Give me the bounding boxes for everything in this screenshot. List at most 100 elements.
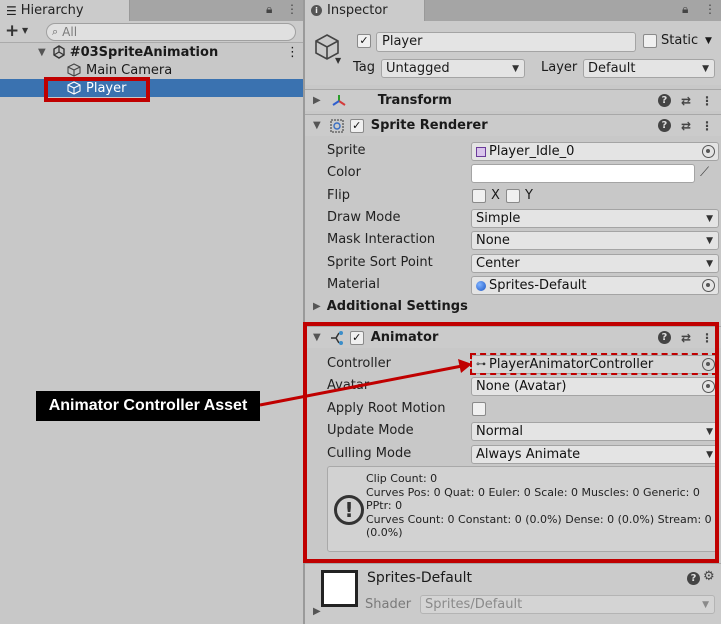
object-picker-icon[interactable] [702, 145, 715, 158]
preset-icon[interactable]: ⇄ [681, 94, 691, 108]
list-icon: ☰ [6, 3, 17, 18]
sprite-label: Sprite [327, 143, 366, 158]
component-header-icons: ? ⇄ ⋮ [657, 94, 713, 108]
layer-dropdown[interactable]: Default ▼ [583, 59, 715, 78]
info-icon: i [311, 5, 322, 16]
preset-icon[interactable]: ⇄ [681, 119, 691, 133]
hierarchy-tabbar: ☰ Hierarchy 🔒︎ ⋮ [0, 0, 303, 21]
layer-label: Layer [541, 60, 578, 75]
object-name: Main Camera [86, 62, 173, 78]
object-header: ▼ ✓ Player Static ▼ Tag Untagged ▼ Layer… [305, 21, 721, 85]
foldout-arrow-icon[interactable]: ▶ [313, 95, 321, 106]
chevron-down-icon: ▼ [702, 64, 709, 74]
tab-hierarchy[interactable]: ☰ Hierarchy [0, 0, 130, 21]
inspector-tabbar: i Inspector 🔒︎ ⋮ [305, 0, 721, 21]
material-label: Material [327, 277, 380, 292]
material-preview-thumbnail [321, 570, 358, 607]
gear-icon[interactable]: ⚙ [703, 569, 715, 584]
search-placeholder: All [62, 25, 78, 39]
layer-value: Default [588, 61, 636, 76]
sprite-value: Player_Idle_0 [489, 144, 575, 159]
add-dropdown-icon[interactable]: ▼ [22, 26, 28, 35]
tab-inspector[interactable]: i Inspector [305, 0, 425, 21]
tag-dropdown[interactable]: Untagged ▼ [381, 59, 525, 78]
scene-menu-icon[interactable]: ⋮ [286, 45, 299, 60]
material-value: Sprites-Default [489, 278, 587, 293]
object-picker-icon[interactable] [702, 279, 715, 292]
more-menu-icon[interactable]: ⋮ [704, 2, 716, 16]
material-field[interactable]: Sprites-Default [471, 276, 719, 295]
flip-y-checkbox[interactable] [506, 189, 520, 203]
chevron-down-icon: ▼ [512, 64, 519, 74]
mask-interaction-label: Mask Interaction [327, 232, 436, 247]
scene-row[interactable]: ▼ #03SpriteAnimation ⋮ [0, 43, 303, 61]
tab-inspector-label: Inspector [327, 3, 388, 18]
sprite-field[interactable]: Player_Idle_0 [471, 142, 719, 161]
unity-scene-icon [53, 45, 65, 59]
static-checkbox[interactable] [643, 34, 657, 48]
controller-highlight-box [470, 353, 718, 375]
flip-x-label: X [491, 188, 500, 203]
shader-dropdown[interactable]: Sprites/Default ▼ [420, 595, 715, 614]
shader-value: Sprites/Default [425, 597, 523, 612]
icon-dropdown-icon[interactable]: ▼ [335, 56, 341, 65]
object-name-field[interactable]: Player [376, 32, 636, 52]
mask-interaction-value: None [476, 233, 510, 248]
additional-settings-label: Additional Settings [326, 299, 468, 314]
tag-label: Tag [353, 60, 376, 75]
draw-mode-value: Simple [476, 211, 521, 226]
component-menu-icon[interactable]: ⋮ [701, 94, 713, 108]
chevron-down-icon: ▼ [706, 214, 713, 224]
mask-interaction-dropdown[interactable]: None ▼ [471, 231, 719, 250]
lock-icon[interactable]: 🔒︎ [266, 2, 272, 17]
sort-point-label: Sprite Sort Point [327, 255, 433, 270]
help-icon[interactable]: ? [657, 119, 671, 132]
color-label: Color [327, 165, 361, 180]
flip-label: Flip [327, 188, 350, 203]
static-label: Static [661, 33, 699, 48]
chevron-down-icon: ▼ [706, 259, 713, 269]
search-icon: ⌕ [52, 25, 59, 38]
transform-header[interactable]: ▶ Transform ? ⇄ ⋮ [305, 89, 721, 111]
more-menu-icon[interactable]: ⋮ [286, 2, 298, 16]
sprite-asset-icon [476, 146, 486, 157]
component-menu-icon[interactable]: ⋮ [701, 119, 713, 133]
sprite-renderer-header[interactable]: ▼ ✓ Sprite Renderer ? ⇄ ⋮ [305, 114, 721, 136]
help-icon[interactable]: ? [657, 94, 671, 107]
foldout-arrow-icon[interactable]: ▼ [38, 47, 46, 58]
foldout-arrow-icon[interactable]: ▼ [313, 120, 321, 131]
draw-mode-label: Draw Mode [327, 210, 401, 225]
gameobject-cube-icon [67, 63, 81, 77]
color-field[interactable] [471, 164, 695, 183]
lock-icon[interactable]: 🔒︎ [682, 2, 688, 17]
eyedropper-icon[interactable]: ⟋ [700, 165, 709, 180]
static-dropdown-icon[interactable]: ▼ [705, 36, 712, 46]
sort-point-value: Center [476, 256, 520, 271]
flip-x-checkbox[interactable] [472, 189, 486, 203]
material-asset-icon [476, 280, 486, 291]
sprite-renderer-title: Sprite Renderer [370, 118, 488, 133]
player-highlight-box [44, 77, 150, 102]
shader-label: Shader [365, 597, 412, 612]
draw-mode-dropdown[interactable]: Simple ▼ [471, 209, 719, 228]
additional-settings-foldout[interactable]: ▶ Additional Settings [313, 299, 468, 314]
add-button[interactable]: + [5, 21, 19, 41]
scene-name: #03SpriteAnimation [69, 44, 219, 60]
material-preview-section: Sprites-Default ? ⚙ Shader Sprites/Defau… [305, 563, 721, 624]
flip-y-label: Y [525, 188, 533, 203]
annotation-callout: Animator Controller Asset [36, 391, 260, 421]
tab-hierarchy-label: Hierarchy [20, 3, 84, 18]
foldout-arrow-icon: ▶ [313, 301, 321, 312]
transform-icon [332, 94, 346, 106]
sort-point-dropdown[interactable]: Center ▼ [471, 254, 719, 273]
search-input[interactable]: ⌕ All [46, 23, 296, 41]
foldout-arrow-icon[interactable]: ▶ [313, 606, 321, 617]
chevron-down-icon: ▼ [702, 600, 709, 610]
active-checkbox[interactable]: ✓ [357, 34, 371, 48]
help-icon[interactable]: ? [687, 572, 700, 585]
chevron-down-icon: ▼ [706, 236, 713, 246]
transform-title: Transform [377, 93, 452, 108]
component-header-icons: ? ⇄ ⋮ [657, 119, 713, 133]
sprite-renderer-enabled-checkbox[interactable]: ✓ [349, 118, 364, 133]
sprite-renderer-icon [330, 118, 344, 133]
